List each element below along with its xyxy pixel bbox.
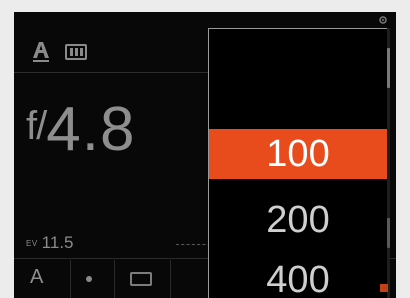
mode-letter: A: [30, 266, 44, 288]
iso-option-100[interactable]: 100: [209, 129, 387, 179]
metering-dot-icon: [86, 276, 92, 282]
metering-cell[interactable]: [70, 260, 115, 298]
ev-label: EV: [26, 238, 38, 248]
record-indicator: [380, 284, 388, 292]
aperture-value: 4.8: [46, 95, 136, 164]
ev-readout: EV 11.5: [26, 232, 74, 254]
camera-screen: f/4.8 EV11.5 A 400 100 200 400: [14, 12, 396, 298]
scrollbar-marker: [387, 218, 390, 248]
iso-option-400[interactable]: 400: [209, 255, 387, 298]
scrollbar-thumb[interactable]: [387, 48, 390, 88]
top-divider: [14, 72, 210, 73]
settings-icon[interactable]: [376, 14, 390, 26]
aperture-prefix: f/: [26, 104, 47, 148]
auto-mode-icon[interactable]: [30, 38, 52, 64]
iso-dropdown[interactable]: 100 200 400: [208, 28, 388, 298]
memory-card-icon: [65, 44, 87, 60]
ev-value: 11.5: [41, 233, 74, 252]
aperture-readout[interactable]: f/4.8: [26, 82, 135, 178]
frame-cell[interactable]: [114, 260, 171, 298]
mode-cell[interactable]: A: [14, 260, 71, 298]
frame-icon: [130, 272, 152, 286]
iso-option-200[interactable]: 200: [209, 195, 387, 245]
